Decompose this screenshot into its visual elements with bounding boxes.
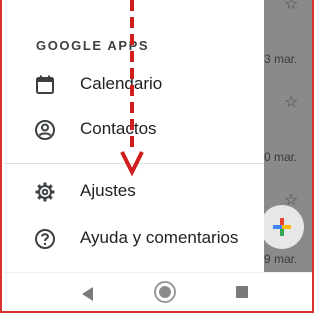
star-icon: ☆ — [284, 94, 299, 111]
swipe-down-arrow-icon — [120, 0, 144, 177]
screen-frame: ☆ 3 mar. ☆ 0 mar. ☆ 9 mar. GOOGLE APPS C… — [0, 0, 314, 313]
calendar-icon — [36, 75, 54, 94]
background-date: 0 mar. — [264, 150, 298, 164]
back-icon[interactable] — [82, 287, 93, 301]
menu-item-label: Contactos — [80, 119, 157, 138]
recents-icon[interactable] — [236, 286, 248, 298]
plus-icon — [273, 218, 291, 236]
gear-icon — [35, 182, 55, 202]
account-circle-icon — [35, 120, 55, 140]
menu-item-label: Ajustes — [80, 181, 136, 200]
background-date: 9 mar. — [264, 252, 298, 266]
compose-fab[interactable] — [260, 205, 304, 249]
star-icon: ☆ — [284, 0, 299, 13]
menu-item-label: Ayuda y comentarios — [80, 228, 239, 247]
home-dot — [159, 286, 171, 298]
background-date: 3 mar. — [264, 52, 298, 66]
system-navigation-bar — [4, 272, 312, 311]
help-circle-icon — [35, 229, 55, 249]
home-icon[interactable] — [154, 281, 176, 303]
menu-item-ayuda[interactable]: Ayuda y comentarios — [4, 217, 264, 259]
